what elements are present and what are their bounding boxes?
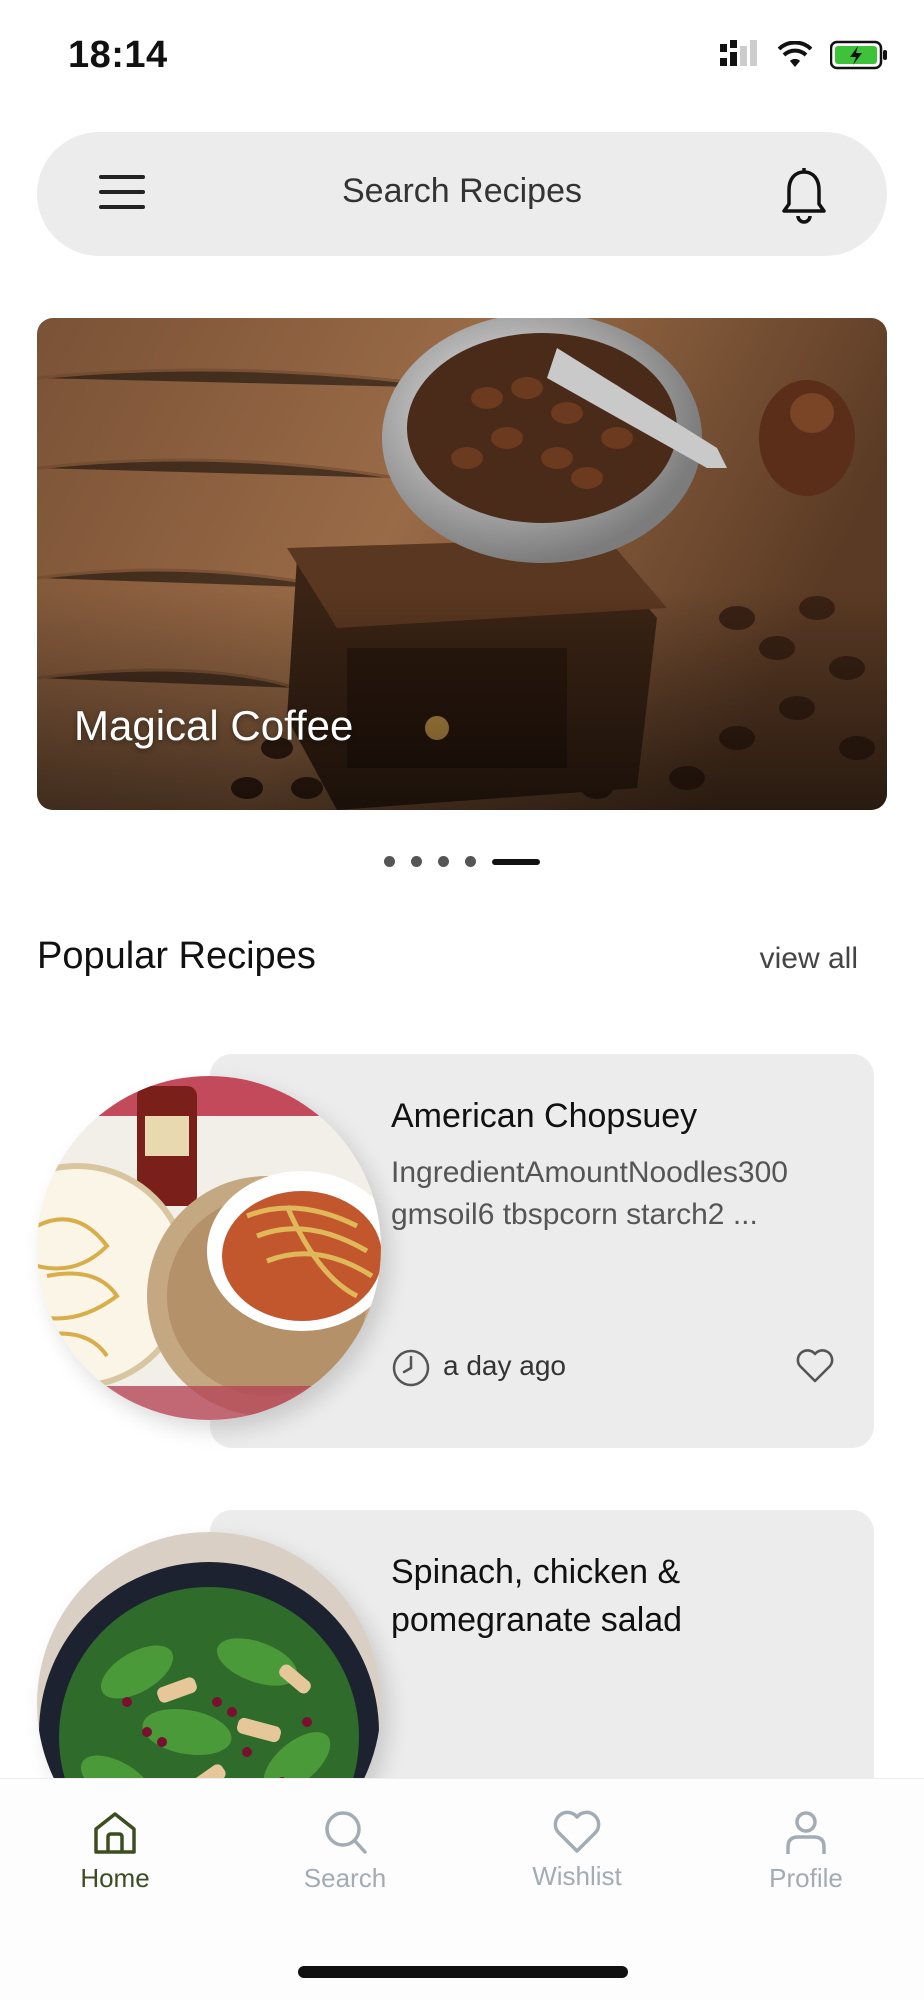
bell-icon[interactable] <box>779 166 829 224</box>
home-icon <box>94 1812 136 1854</box>
status-icons <box>720 40 888 70</box>
heart-icon[interactable] <box>795 1348 835 1384</box>
nav-profile[interactable]: Profile <box>726 1809 886 1894</box>
chopsuey-image <box>37 1076 381 1420</box>
nav-search[interactable]: Search <box>265 1809 425 1894</box>
recipe-time: a day ago <box>443 1350 566 1381</box>
recipe-title[interactable]: Spinach, chicken & pomegranate salad <box>391 1548 831 1644</box>
carousel-dot[interactable] <box>465 856 476 867</box>
carousel-title: Magical Coffee <box>74 702 354 749</box>
signal-icon <box>720 40 757 66</box>
recipe-title[interactable]: American Chopsuey <box>391 1092 831 1140</box>
heart-icon <box>553 1810 601 1853</box>
profile-icon <box>786 1811 826 1854</box>
clock-icon <box>392 1349 430 1387</box>
carousel-dot[interactable] <box>384 856 395 867</box>
section-title: Popular Recipes <box>37 935 316 977</box>
carousel-pagination <box>0 856 924 867</box>
status-time: 18:14 <box>68 34 168 76</box>
nav-wishlist[interactable]: Wishlist <box>497 1809 657 1892</box>
carousel-dot-active[interactable] <box>492 858 540 865</box>
status-bar: 18:14 <box>0 0 924 110</box>
carousel-dot[interactable] <box>411 856 422 867</box>
recipe-image[interactable] <box>37 1076 381 1420</box>
nav-home-label: Home <box>80 1863 150 1893</box>
search-icon <box>325 1811 367 1854</box>
featured-carousel[interactable]: Magical Coffee <box>37 318 887 810</box>
search-input[interactable]: Search Recipes <box>37 172 887 211</box>
nav-search-label: Search <box>303 1863 387 1893</box>
wifi-icon <box>778 41 812 67</box>
view-all-link[interactable]: view all <box>760 942 858 976</box>
carousel-dot[interactable] <box>438 856 449 867</box>
nav-wishlist-label: Wishlist <box>532 1861 622 1891</box>
nav-profile-label: Profile <box>769 1863 843 1893</box>
home-indicator <box>298 1966 628 1978</box>
recipe-description: IngredientAmountNoodles300 gmsoil6 tbspc… <box>391 1156 788 1231</box>
search-bar[interactable]: Search Recipes <box>37 132 887 256</box>
battery-icon <box>830 40 887 70</box>
nav-home[interactable]: Home <box>35 1809 195 1894</box>
